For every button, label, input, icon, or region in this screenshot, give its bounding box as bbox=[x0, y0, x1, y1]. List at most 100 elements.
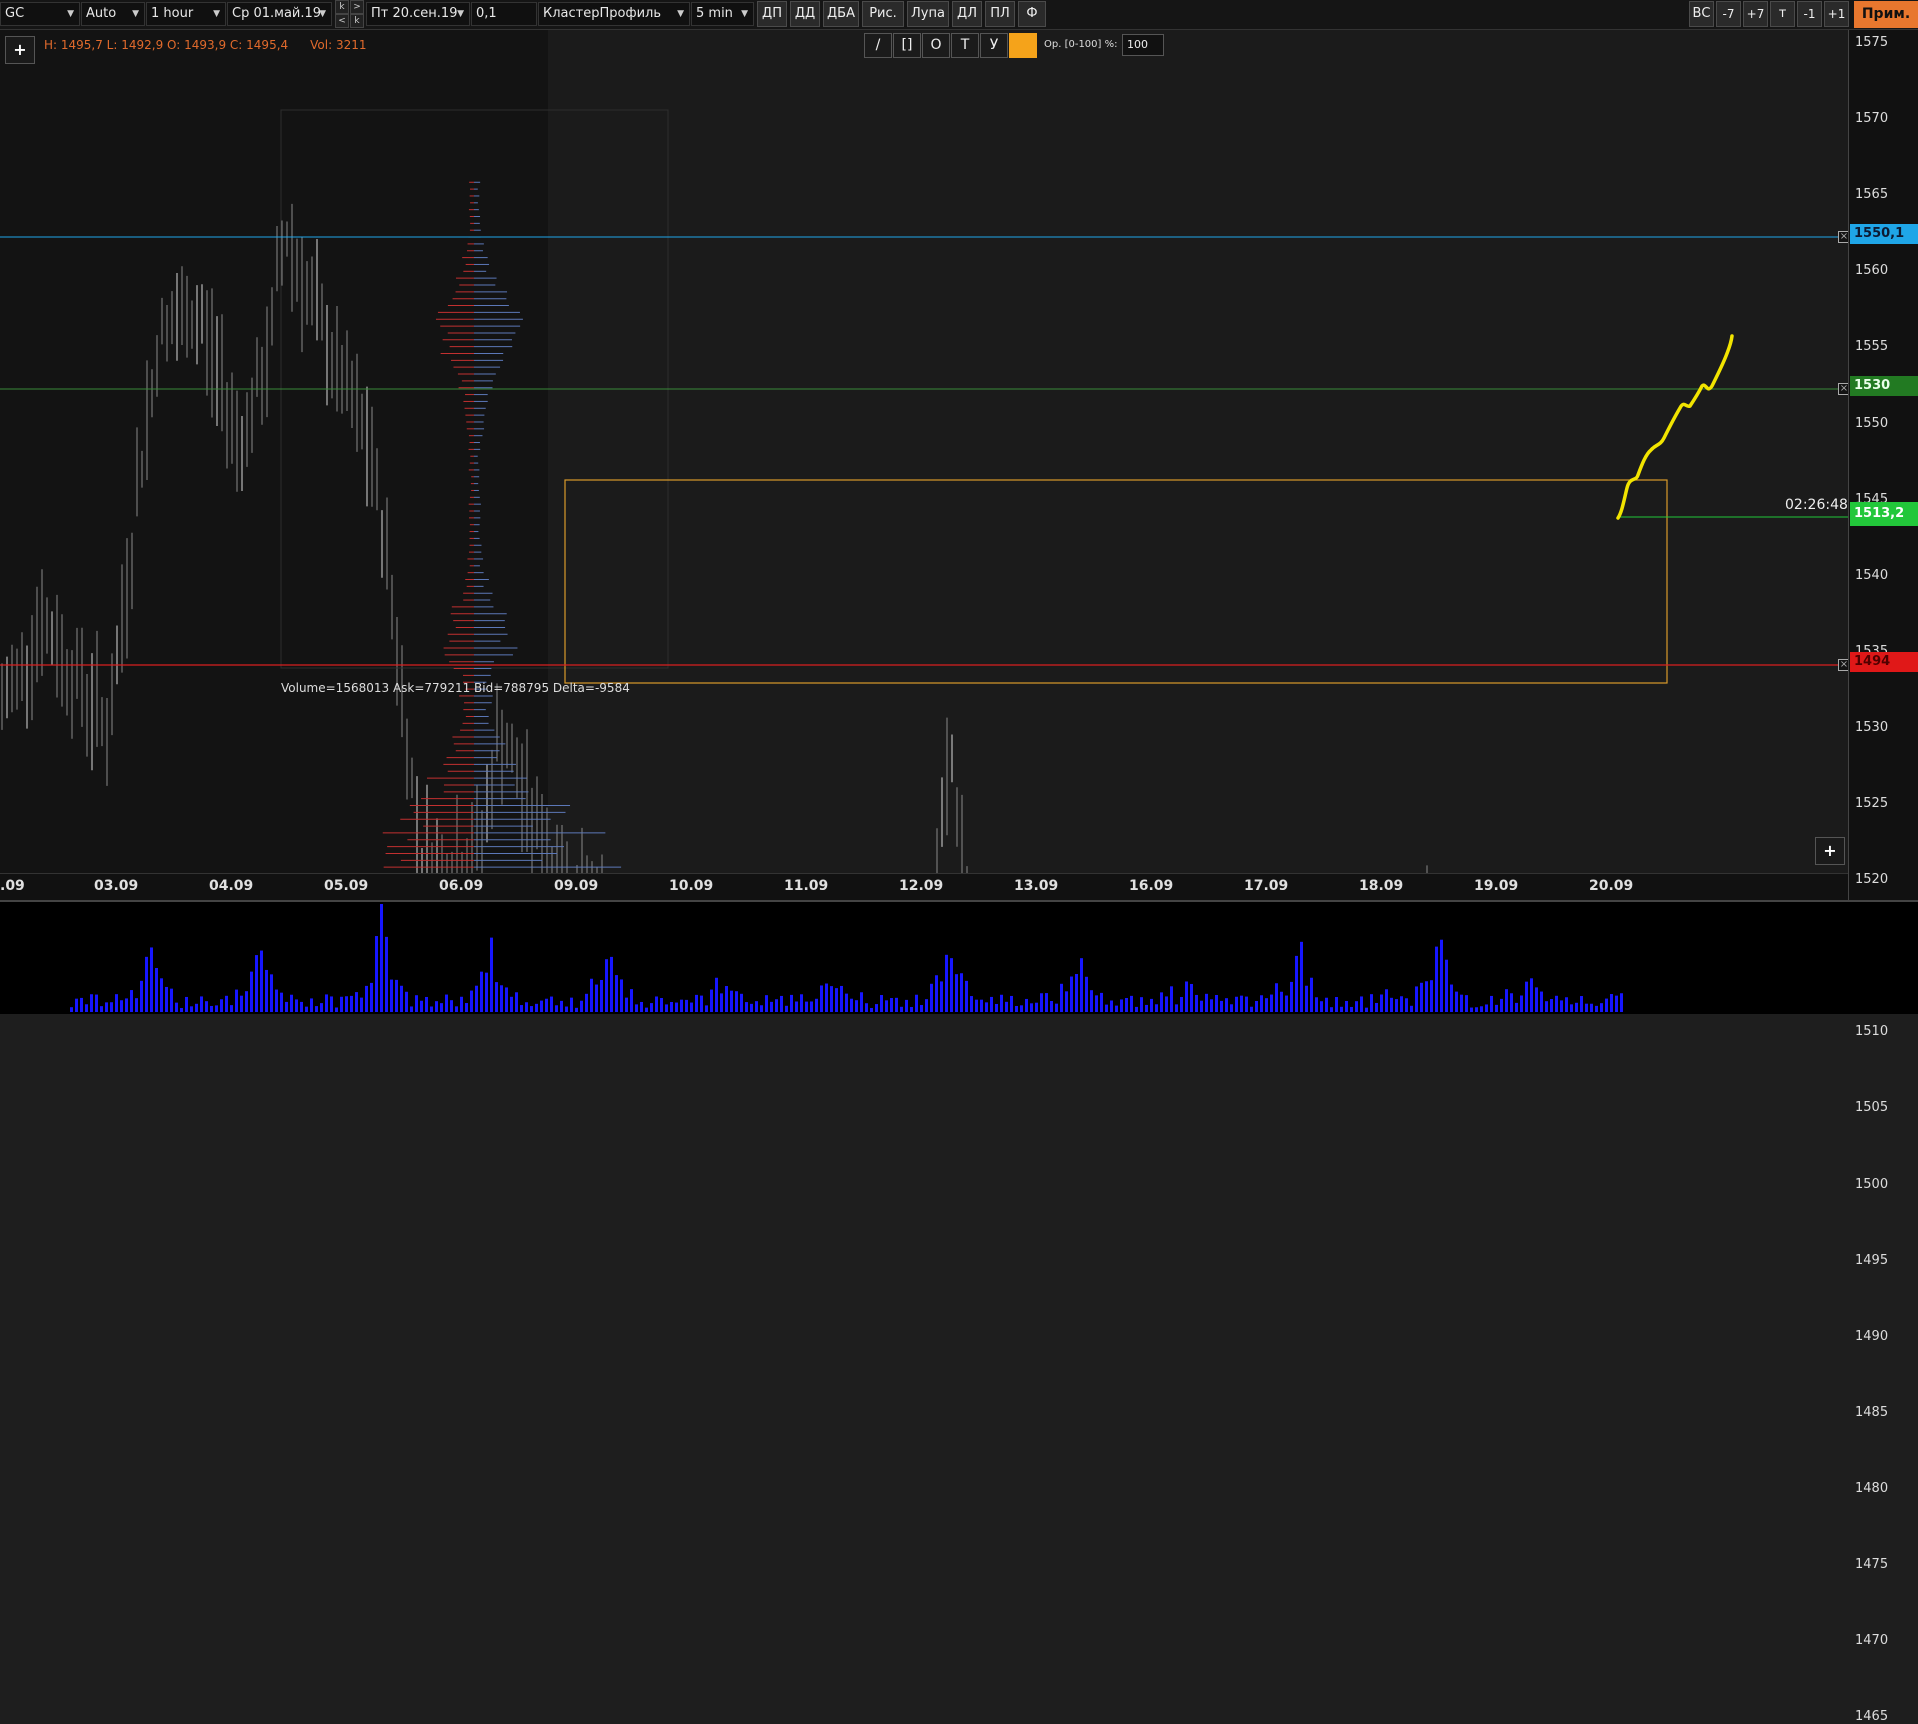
volume-bar bbox=[845, 993, 848, 1012]
volume-bar bbox=[1400, 996, 1403, 1012]
volume-bar bbox=[520, 1005, 523, 1012]
opacity-input[interactable]: 100 bbox=[1122, 34, 1164, 56]
y-tick-label: 1505 bbox=[1855, 1100, 1889, 1116]
dl-button[interactable]: ДЛ bbox=[952, 1, 982, 27]
level-tag-green[interactable]: 1530 bbox=[1850, 376, 1918, 396]
level-tag-red[interactable]: 1494 bbox=[1850, 652, 1918, 672]
t-button[interactable]: т bbox=[1770, 1, 1795, 27]
vs-button[interactable]: ВС bbox=[1689, 1, 1714, 27]
volume-bar bbox=[1245, 996, 1248, 1012]
plus7-button[interactable]: +7 bbox=[1743, 1, 1768, 27]
volume-bar bbox=[940, 981, 943, 1012]
volume-bar bbox=[610, 956, 613, 1012]
volume-bar bbox=[905, 999, 908, 1012]
volume-bar bbox=[190, 1006, 193, 1012]
drawing-toolbar: / [] O T У Ор. [0-100] %: 100 bbox=[864, 33, 1174, 59]
volume-bars bbox=[70, 904, 1623, 1012]
volume-bar bbox=[1230, 1004, 1233, 1012]
volume-bar bbox=[1390, 997, 1393, 1012]
tick-size-value: 0,1 bbox=[476, 6, 497, 21]
volume-bar bbox=[595, 984, 598, 1012]
opacity-label: Ор. [0-100] %: bbox=[1044, 39, 1118, 50]
nav-forward-button[interactable]: > bbox=[350, 0, 364, 14]
f-button[interactable]: Ф bbox=[1018, 1, 1046, 27]
volume-bar bbox=[1075, 974, 1078, 1012]
volume-bar bbox=[300, 1001, 303, 1012]
volume-bar bbox=[220, 999, 223, 1012]
chevron-down-icon: ▼ bbox=[319, 9, 326, 19]
notes-button[interactable]: Прим. bbox=[1854, 1, 1918, 28]
draw-button[interactable]: Рис. bbox=[862, 1, 904, 27]
volume-bar bbox=[780, 995, 783, 1012]
interval-value: 5 min bbox=[696, 6, 733, 21]
volume-bar bbox=[470, 990, 473, 1012]
volume-bar bbox=[675, 1002, 678, 1012]
ellipse-tool-button[interactable]: O bbox=[922, 33, 950, 58]
level-tag-blue[interactable]: 1550,1 bbox=[1850, 224, 1918, 244]
volume-bar bbox=[1080, 958, 1083, 1012]
symbol-select[interactable]: GC ▼ bbox=[0, 2, 80, 26]
volume-bar bbox=[1535, 987, 1538, 1012]
price-axis[interactable]: 1575157015651560155515501545154015351530… bbox=[1848, 30, 1918, 1724]
dp-button[interactable]: ДП bbox=[757, 1, 787, 27]
nav-back-button[interactable]: < bbox=[335, 14, 349, 28]
volume-bar bbox=[155, 967, 158, 1012]
volume-bar bbox=[900, 1006, 903, 1012]
volume-bar bbox=[1480, 1006, 1483, 1012]
y-tick-label: 1550 bbox=[1855, 415, 1889, 431]
volume-bar bbox=[1565, 997, 1568, 1012]
nav-k-bottom[interactable]: k bbox=[350, 14, 364, 28]
dba-button[interactable]: ДБА bbox=[823, 1, 859, 27]
y-tick-label: 1510 bbox=[1855, 1024, 1889, 1040]
volume-bar bbox=[1180, 996, 1183, 1012]
y-tick-label: 1490 bbox=[1855, 1328, 1889, 1344]
interval-select[interactable]: 5 min ▼ bbox=[691, 2, 754, 26]
volume-bar bbox=[1215, 994, 1218, 1012]
price-chart[interactable]: + + × × × Volume=1568013 Ask=779211 Bid=… bbox=[0, 30, 1850, 873]
date-from-picker[interactable]: Ср 01.май.19 ▼ bbox=[227, 2, 332, 26]
volume-bar bbox=[1375, 1002, 1378, 1012]
pl-button[interactable]: ПЛ bbox=[985, 1, 1015, 27]
volume-bar bbox=[1520, 995, 1523, 1012]
volume-bar bbox=[430, 1006, 433, 1012]
profile-select[interactable]: КластерПрофиль ▼ bbox=[538, 2, 690, 26]
chevron-down-icon: ▼ bbox=[677, 9, 684, 19]
period-select[interactable]: 1 hour ▼ bbox=[146, 2, 226, 26]
volume-bar bbox=[810, 1001, 813, 1012]
plus1-button[interactable]: +1 bbox=[1824, 1, 1849, 27]
time-axis[interactable]: .09 03.09 04.09 05.09 06.09 09.09 10.09 11.09 12… bbox=[0, 873, 1848, 901]
text-tool-button[interactable]: T bbox=[951, 33, 979, 58]
volume-bar bbox=[1270, 994, 1273, 1012]
scale-select[interactable]: Auto ▼ bbox=[81, 2, 145, 26]
y-tool-button[interactable]: У bbox=[980, 33, 1008, 58]
volume-bar bbox=[485, 972, 488, 1012]
dd-button[interactable]: ДД bbox=[790, 1, 820, 27]
volume-bar bbox=[230, 1005, 233, 1012]
volume-bar bbox=[835, 988, 838, 1012]
volume-bar bbox=[1030, 1003, 1033, 1012]
color-swatch-button[interactable] bbox=[1009, 33, 1037, 58]
rectangle-tool-button[interactable]: [] bbox=[893, 33, 921, 58]
volume-bar bbox=[435, 1001, 438, 1012]
volume-bar bbox=[870, 1007, 873, 1012]
x-tick-label: 04.09 bbox=[209, 878, 254, 894]
date-to-picker[interactable]: Пт 20.сен.19 ▼ bbox=[366, 2, 470, 26]
magnifier-button[interactable]: Лупа bbox=[907, 1, 949, 27]
minus1-button[interactable]: -1 bbox=[1797, 1, 1822, 27]
volume-bar bbox=[1605, 998, 1608, 1012]
minus7-button[interactable]: -7 bbox=[1716, 1, 1741, 27]
x-tick-label: 09.09 bbox=[554, 878, 599, 894]
volume-bar bbox=[1555, 995, 1558, 1012]
volume-bar bbox=[400, 985, 403, 1012]
add-top-left-button[interactable]: + bbox=[5, 36, 35, 64]
volume-bar bbox=[1380, 994, 1383, 1012]
line-tool-button[interactable]: / bbox=[864, 33, 892, 58]
volume-bar bbox=[565, 1006, 568, 1012]
volume-bar bbox=[950, 958, 953, 1012]
tick-size-input[interactable]: 0,1 bbox=[471, 2, 537, 26]
add-bottom-right-button[interactable]: + bbox=[1815, 837, 1845, 865]
volume-bar bbox=[1355, 1001, 1358, 1012]
profile-stats: Volume=1568013 Ask=779211 Bid=788795 Del… bbox=[281, 681, 630, 695]
volume-bar bbox=[1240, 995, 1243, 1012]
nav-k-top[interactable]: k bbox=[335, 0, 349, 14]
